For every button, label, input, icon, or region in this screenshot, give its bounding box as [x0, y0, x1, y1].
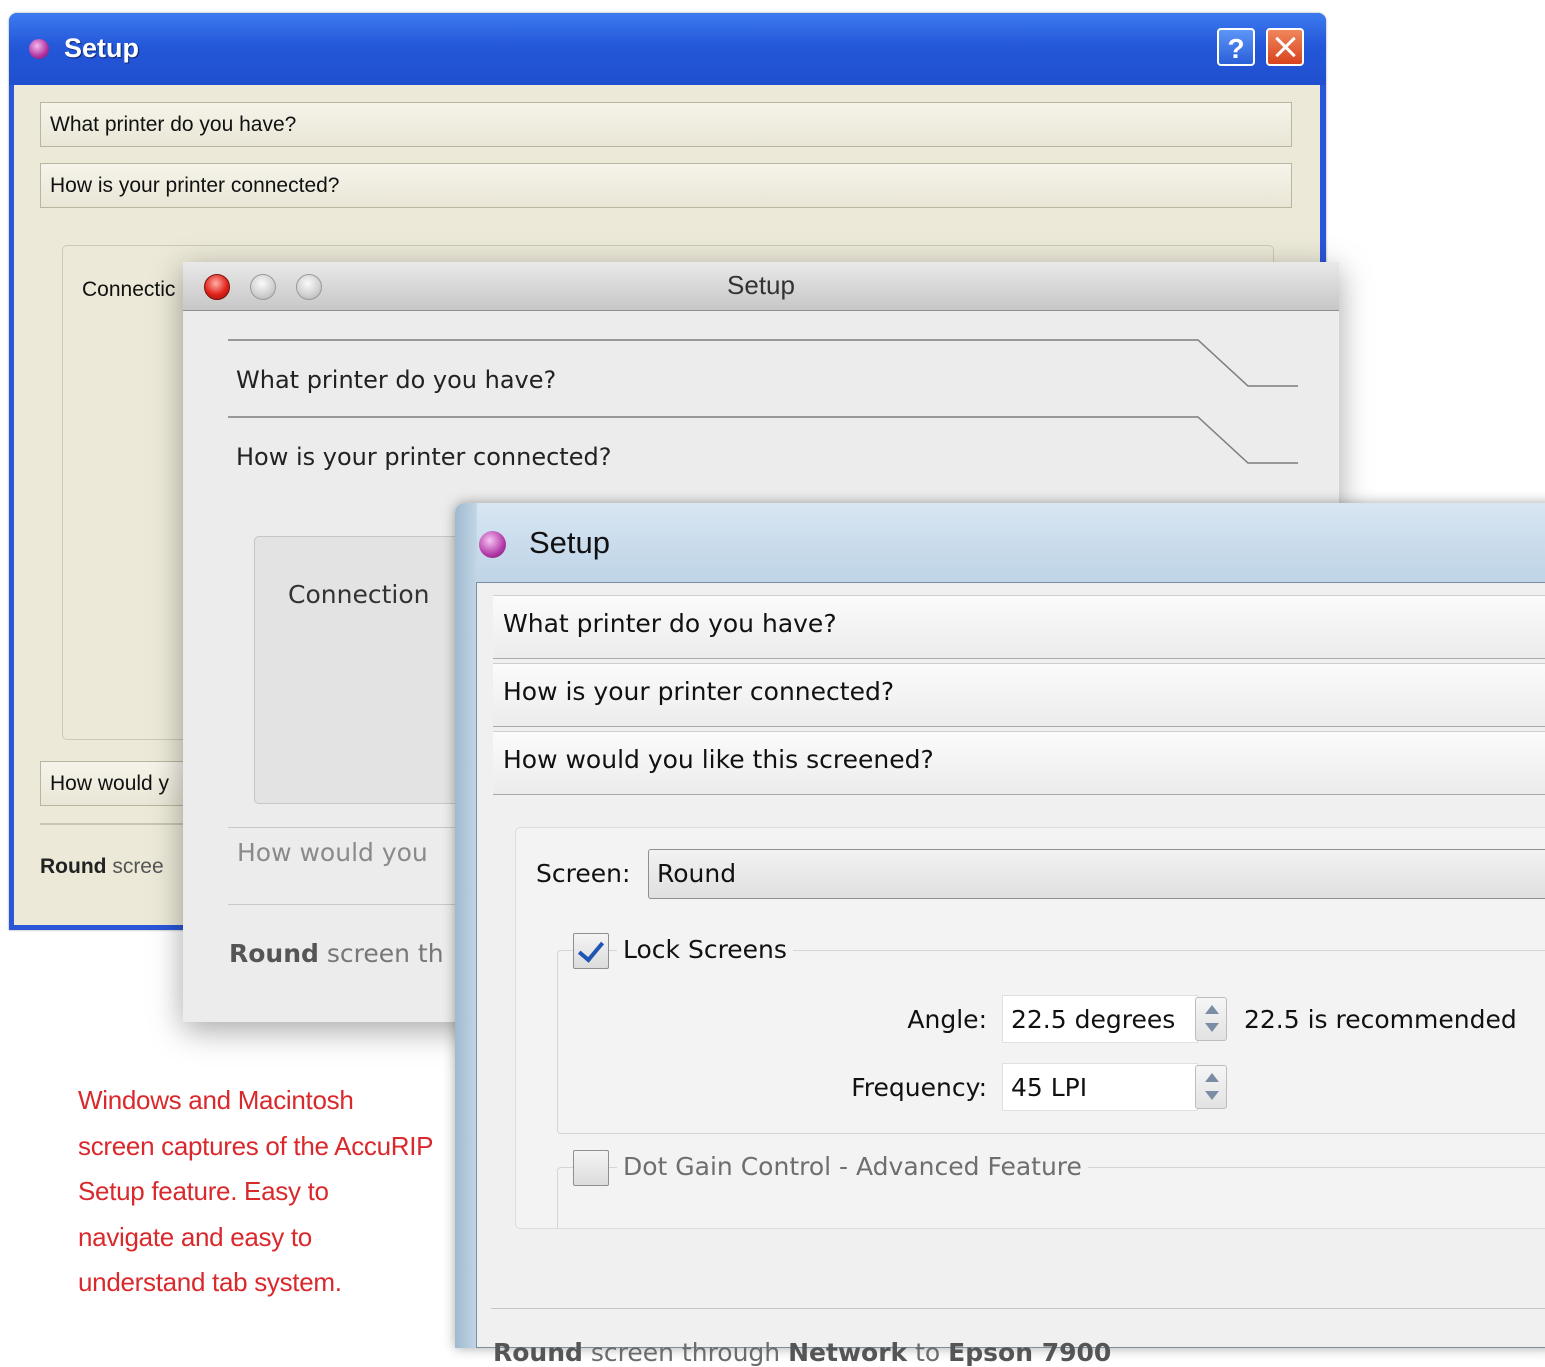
lock-screens-checkbox[interactable] — [573, 933, 609, 969]
angle-spinner[interactable] — [1195, 997, 1227, 1041]
help-button[interactable]: ? — [1217, 28, 1255, 66]
status-summary: Round screen th — [229, 939, 444, 968]
frequency-label: Frequency: — [851, 1073, 987, 1102]
tab-connection-label: How is your printer connected? — [503, 677, 895, 706]
vista-window-body: What printer do you have? How is your pr… — [476, 582, 1545, 1367]
status-summary: Round scree — [40, 855, 164, 878]
frequency-spinner[interactable] — [1195, 1065, 1227, 1109]
angle-recommendation: 22.5 is recommended — [1244, 1005, 1517, 1034]
tab-printer[interactable]: What printer do you have? — [493, 595, 1545, 659]
vista-window-title: Setup — [529, 525, 611, 560]
tab-printer-label: What printer do you have? — [236, 366, 557, 394]
connection-label: Connection — [288, 580, 430, 609]
tab-connection[interactable]: How is your printer connected? — [493, 663, 1545, 727]
tab-connection-label: How is your printer connected? — [236, 443, 612, 471]
angle-value: 22.5 degrees — [1011, 1005, 1176, 1034]
divider — [491, 1308, 1545, 1309]
screen-select-value: Round — [657, 859, 737, 888]
dot-gain-checkbox[interactable] — [573, 1150, 609, 1186]
mac-window-title: Setup — [727, 270, 795, 300]
tab-screening[interactable]: How would you like this screened? — [493, 731, 1545, 795]
xp-window-title: Setup — [64, 33, 140, 63]
vista-setup-window: Setup What printer do you have? How is y… — [455, 503, 1545, 1367]
connection-label: Connectic — [82, 278, 176, 301]
angle-input[interactable]: 22.5 degrees — [1002, 995, 1198, 1043]
caption-line: navigate and easy to — [78, 1221, 312, 1252]
app-icon — [479, 531, 506, 558]
tab-printer-label: What printer do you have? — [503, 609, 837, 638]
tab-printer[interactable]: What printer do you have? — [40, 102, 1292, 147]
status-summary: Round screen through Network to Epson 79… — [493, 1338, 1112, 1367]
dot-gain-label: Dot Gain Control - Advanced Feature — [617, 1152, 1088, 1181]
frequency-input[interactable]: 45 LPI — [1002, 1063, 1198, 1111]
caption-line: Windows and Macintosh — [78, 1085, 354, 1115]
lock-screens-label: Lock Screens — [617, 935, 793, 964]
xp-title-bar[interactable]: Setup ? — [9, 13, 1326, 85]
caption-line: screen captures of the AccuRIP — [78, 1130, 434, 1161]
screen-label: Screen: — [536, 859, 631, 888]
tab-connection[interactable]: How is your printer connected? — [40, 163, 1292, 208]
tab-connection[interactable]: How is your printer connected? — [228, 416, 1302, 493]
caption-line: understand tab system. — [78, 1267, 342, 1297]
mac-title-bar[interactable]: Setup — [183, 262, 1339, 311]
caption: Windows and Macintosh screen captures of… — [78, 1078, 438, 1306]
tab-screening-label: How would you — [237, 838, 428, 867]
app-icon — [29, 39, 49, 59]
frequency-value: 45 LPI — [1011, 1073, 1088, 1102]
tab-printer[interactable]: What printer do you have? — [228, 339, 1302, 416]
angle-label: Angle: — [907, 1005, 987, 1034]
tab-screening-label: How would you like this screened? — [503, 745, 934, 774]
close-button[interactable] — [1266, 28, 1304, 66]
caption-line: Setup feature. Easy to — [78, 1176, 329, 1206]
screen-select[interactable]: Round — [648, 849, 1545, 899]
